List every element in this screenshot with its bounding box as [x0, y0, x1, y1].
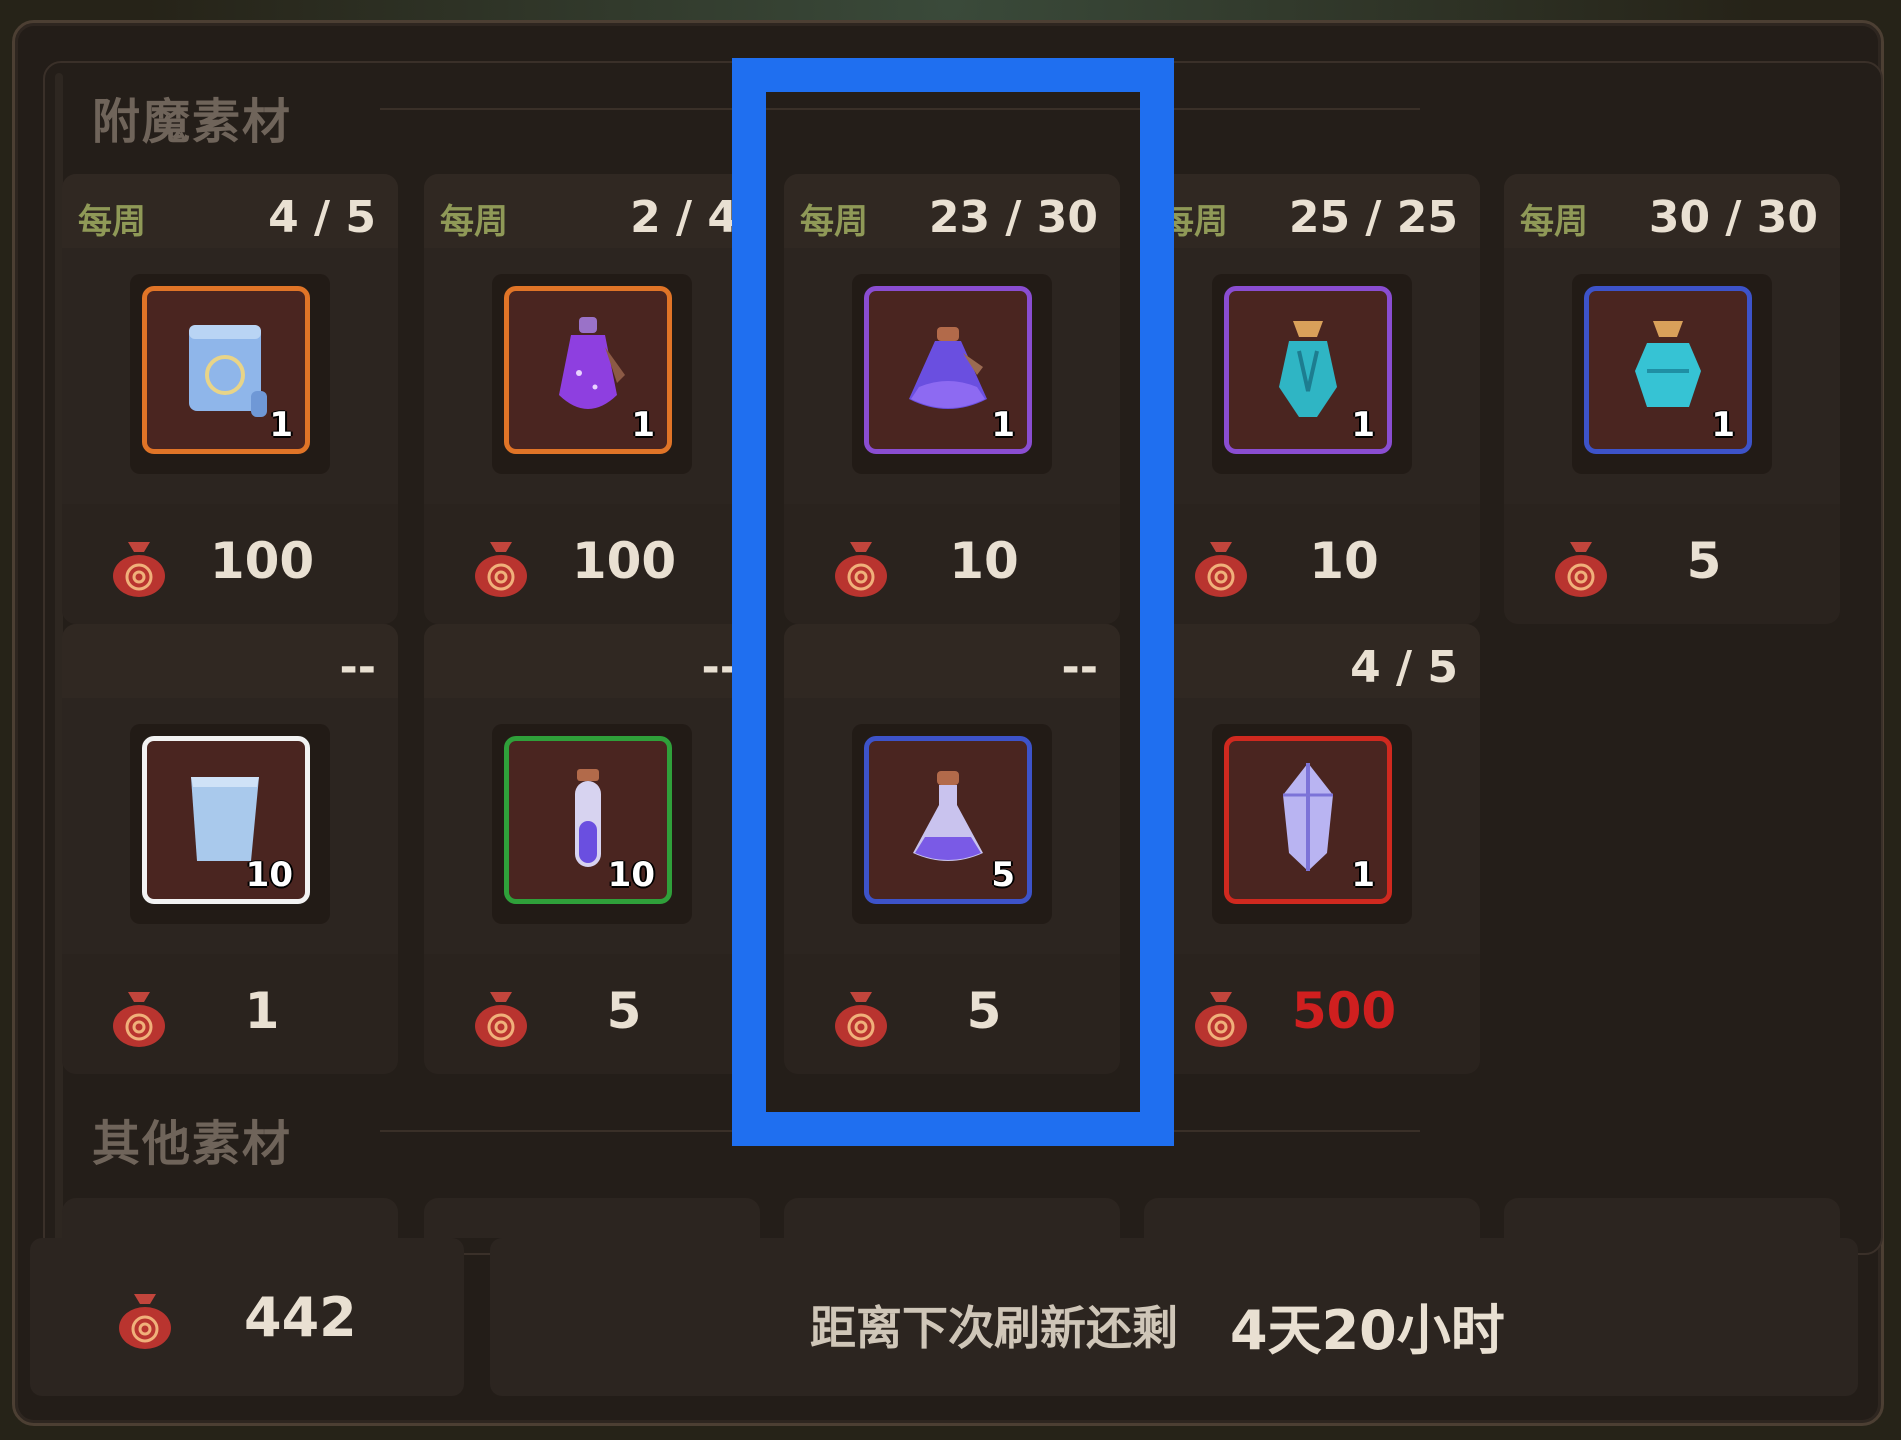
weekly-tag: 每周 — [1520, 202, 1588, 242]
item-slot[interactable]: 1 — [1224, 736, 1392, 904]
item-slot[interactable]: 1 — [1584, 286, 1752, 454]
item-quantity: 1 — [1351, 405, 1375, 445]
coin-bag-icon — [1555, 542, 1607, 597]
shop-item-card[interactable]: -- 10 5 — [424, 624, 760, 1074]
item-price: 10 — [1309, 532, 1379, 590]
coin-bag-icon — [119, 1294, 171, 1349]
item-slot[interactable]: 10 — [142, 736, 310, 904]
item-price: 100 — [571, 532, 677, 590]
purchase-count: 2 / 4 — [630, 192, 738, 243]
item-quantity: 10 — [607, 855, 655, 895]
refresh-timer: 距离下次刷新还剩 4天20小时 — [490, 1238, 1858, 1396]
coin-bag-icon — [475, 992, 527, 1047]
item-price: 500 — [1291, 982, 1397, 1040]
selection-highlight — [732, 58, 1174, 1146]
shop-item-card[interactable]: 4 / 5 1 500 — [1144, 624, 1480, 1074]
coin-bag-icon — [1195, 542, 1247, 597]
item-slot[interactable]: 1 — [142, 286, 310, 454]
shop-item-card[interactable] — [62, 1198, 398, 1238]
card-header: 每周 30 / 30 — [1504, 174, 1840, 248]
purchase-count: 4 / 5 — [1350, 642, 1458, 693]
card-header: 4 / 5 — [1144, 624, 1480, 698]
coin-bag-icon — [113, 992, 165, 1047]
coin-bag-icon — [1195, 992, 1247, 1047]
card-header: -- — [424, 624, 760, 698]
shop-item-card[interactable]: -- 10 1 — [62, 624, 398, 1074]
item-price: 5 — [1686, 532, 1722, 590]
item-price: 5 — [606, 982, 642, 1040]
shop-item-card[interactable] — [424, 1198, 760, 1238]
shop-item-card[interactable]: 每周 25 / 25 1 10 — [1144, 174, 1480, 624]
coin-bag-icon — [475, 542, 527, 597]
item-quantity: 1 — [1711, 405, 1735, 445]
purchase-count: 30 / 30 — [1648, 192, 1818, 243]
price-row: 5 — [1504, 504, 1840, 624]
price-row: 500 — [1144, 954, 1480, 1074]
item-slot[interactable]: 10 — [504, 736, 672, 904]
item-slot[interactable]: 1 — [1224, 286, 1392, 454]
price-row: 5 — [424, 954, 760, 1074]
item-quantity: 10 — [245, 855, 293, 895]
refresh-label: 距离下次刷新还剩 — [810, 1301, 1178, 1355]
shop-item-card[interactable]: 每周 30 / 30 1 5 — [1504, 174, 1840, 624]
price-row: 100 — [62, 504, 398, 624]
section-title-enchant: 附魔素材 — [92, 94, 293, 150]
purchase-count: 4 / 5 — [268, 192, 376, 243]
card-header: -- — [62, 624, 398, 698]
item-quantity: 1 — [269, 405, 293, 445]
shop-item-card[interactable]: 每周 4 / 5 1 100 — [62, 174, 398, 624]
price-row: 1 — [62, 954, 398, 1074]
shop-item-card[interactable] — [784, 1198, 1120, 1238]
card-header: 每周 2 / 4 — [424, 174, 760, 248]
shop-item-card[interactable] — [1504, 1198, 1840, 1238]
price-row: 100 — [424, 504, 760, 624]
weekly-tag: 每周 — [440, 202, 508, 242]
currency-amount: 442 — [244, 1286, 357, 1349]
card-header: 每周 25 / 25 — [1144, 174, 1480, 248]
coin-bag-icon — [113, 542, 165, 597]
price-row: 10 — [1144, 504, 1480, 624]
item-price: 100 — [209, 532, 315, 590]
purchase-count: -- — [339, 642, 376, 693]
item-quantity: 1 — [631, 405, 655, 445]
currency-display: 442 — [30, 1238, 464, 1396]
shop-item-card[interactable] — [1144, 1198, 1480, 1238]
refresh-time: 4天20小时 — [1230, 1299, 1505, 1362]
shop-item-card[interactable]: 每周 2 / 4 1 100 — [424, 174, 760, 624]
item-quantity: 1 — [1351, 855, 1375, 895]
item-price: 1 — [244, 982, 280, 1040]
section-title-other: 其他素材 — [92, 1116, 293, 1172]
purchase-count: 25 / 25 — [1288, 192, 1458, 243]
card-header: 每周 4 / 5 — [62, 174, 398, 248]
weekly-tag: 每周 — [78, 202, 146, 242]
item-slot[interactable]: 1 — [504, 286, 672, 454]
